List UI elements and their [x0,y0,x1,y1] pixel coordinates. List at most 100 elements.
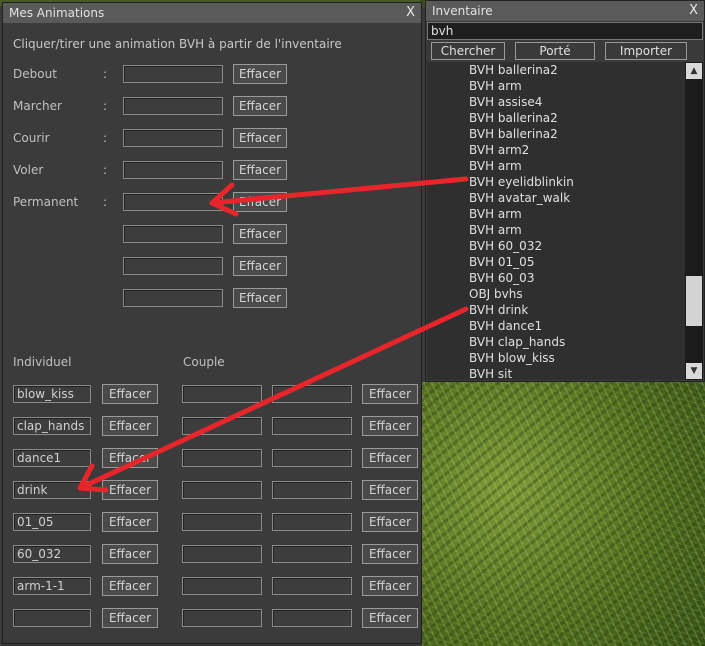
row-label: Courir [13,131,50,145]
import-button[interactable]: Importer [605,42,687,60]
clear-couple-button[interactable]: Effacer [362,384,418,404]
clear-individual-button[interactable]: Effacer [102,416,158,436]
clear-button[interactable]: Effacer [233,128,287,148]
animations-titlebar[interactable]: Mes Animations X [3,3,421,23]
couple-slot-b[interactable] [272,385,352,403]
couple-slot-b[interactable] [272,449,352,467]
couple-slot-a[interactable] [182,481,262,499]
clear-couple-button[interactable]: Effacer [362,512,418,532]
inventory-item[interactable]: BVH assise4 [427,94,685,110]
clear-button[interactable]: Effacer [233,224,287,244]
couple-slot-b[interactable] [272,609,352,627]
couple-slot-b[interactable] [272,481,352,499]
clear-couple-button[interactable]: Effacer [362,480,418,500]
clear-couple-button[interactable]: Effacer [362,448,418,468]
clear-individual-button[interactable]: Effacer [102,384,158,404]
inventory-search-input[interactable]: bvh [427,22,703,40]
inventory-item[interactable]: BVH 01_05 [427,254,685,270]
scene-background-grass [422,382,705,646]
couple-slot-b[interactable] [272,513,352,531]
individual-heading: Individuel [13,355,72,369]
individual-slot[interactable]: blow_kiss [13,385,91,403]
clear-button[interactable]: Effacer [233,64,287,84]
inventory-item[interactable]: BVH arm [427,222,685,238]
clear-button[interactable]: Effacer [233,192,287,212]
inventory-item[interactable]: BVH ballerina2 [427,62,685,78]
inventory-item[interactable]: BVH blow_kiss [427,350,685,366]
clear-button[interactable]: Effacer [233,288,287,308]
inventory-item[interactable]: BVH arm2 [427,142,685,158]
inventory-item[interactable]: BVH eyelidblinkin [427,174,685,190]
inventory-item[interactable]: OBJ bvhs [427,286,685,302]
clear-couple-button[interactable]: Effacer [362,608,418,628]
clear-button[interactable]: Effacer [233,96,287,116]
clear-couple-button[interactable]: Effacer [362,416,418,436]
clear-couple-button[interactable]: Effacer [362,576,418,596]
inventory-item[interactable]: BVH arm [427,158,685,174]
inventory-item[interactable]: BVH sit [427,366,685,380]
inventory-item[interactable]: BVH clap_hands [427,334,685,350]
row-colon: : [103,99,108,113]
clear-individual-button[interactable]: Effacer [102,512,158,532]
inventory-item[interactable]: BVH arm [427,206,685,222]
clear-button[interactable]: Effacer [233,256,287,276]
animation-slot-permanent-2[interactable] [123,225,223,243]
couple-slot-a[interactable] [182,577,262,595]
clear-button[interactable]: Effacer [233,160,287,180]
couple-slot-b[interactable] [272,417,352,435]
worn-button[interactable]: Porté [515,42,595,60]
animation-slot-voler[interactable] [123,161,223,179]
couple-slot-a[interactable] [182,449,262,467]
couple-heading: Couple [183,355,225,369]
couple-slot-a[interactable] [182,609,262,627]
scroll-down-icon[interactable]: ▼ [686,363,702,379]
individual-slot[interactable]: arm-1-1 [13,577,91,595]
scroll-up-icon[interactable]: ▲ [686,63,702,79]
individual-slot[interactable] [13,609,91,627]
clear-individual-button[interactable]: Effacer [102,480,158,500]
couple-slot-a[interactable] [182,513,262,531]
couple-slot-b[interactable] [272,577,352,595]
clear-couple-button[interactable]: Effacer [362,544,418,564]
couple-slot-a[interactable] [182,545,262,563]
individual-slot[interactable]: clap_hands [13,417,91,435]
animations-window: Mes Animations X Cliquer/tirer une anima… [2,2,422,644]
inventory-item[interactable]: BVH avatar_walk [427,190,685,206]
row-colon: : [103,67,108,81]
inventory-item[interactable]: BVH ballerina2 [427,110,685,126]
scroll-thumb[interactable] [686,276,702,326]
inventory-item[interactable]: BVH drink [427,302,685,318]
inventory-item[interactable]: BVH ballerina2 [427,126,685,142]
clear-individual-button[interactable]: Effacer [102,448,158,468]
search-button[interactable]: Chercher [431,42,505,60]
clear-individual-button[interactable]: Effacer [102,544,158,564]
animation-slot-permanent-3[interactable] [123,257,223,275]
close-icon[interactable]: X [689,1,698,21]
clear-individual-button[interactable]: Effacer [102,576,158,596]
close-icon[interactable]: X [406,3,415,23]
animation-slot-permanent-4[interactable] [123,289,223,307]
row-label: Marcher [13,99,62,113]
individual-slot[interactable]: 01_05 [13,513,91,531]
row-label: Permanent [13,195,79,209]
individual-slot[interactable]: drink [13,481,91,499]
inventory-item[interactable]: BVH 60_032 [427,238,685,254]
inventory-title: Inventaire [432,4,493,18]
individual-slot[interactable]: 60_032 [13,545,91,563]
row-label: Debout [13,67,57,81]
inventory-scrollbar[interactable]: ▲ ▼ [685,62,703,380]
couple-slot-a[interactable] [182,417,262,435]
animation-slot-courir[interactable] [123,129,223,147]
animation-slot-debout[interactable] [123,65,223,83]
row-colon: : [103,163,108,177]
individual-slot[interactable]: dance1 [13,449,91,467]
couple-slot-a[interactable] [182,385,262,403]
couple-slot-b[interactable] [272,545,352,563]
animation-slot-marcher[interactable] [123,97,223,115]
inventory-item[interactable]: BVH dance1 [427,318,685,334]
inventory-item[interactable]: BVH arm [427,78,685,94]
inventory-item[interactable]: BVH 60_03 [427,270,685,286]
clear-individual-button[interactable]: Effacer [102,608,158,628]
animation-slot-permanent[interactable] [123,193,223,211]
inventory-titlebar[interactable]: Inventaire X [426,1,704,21]
